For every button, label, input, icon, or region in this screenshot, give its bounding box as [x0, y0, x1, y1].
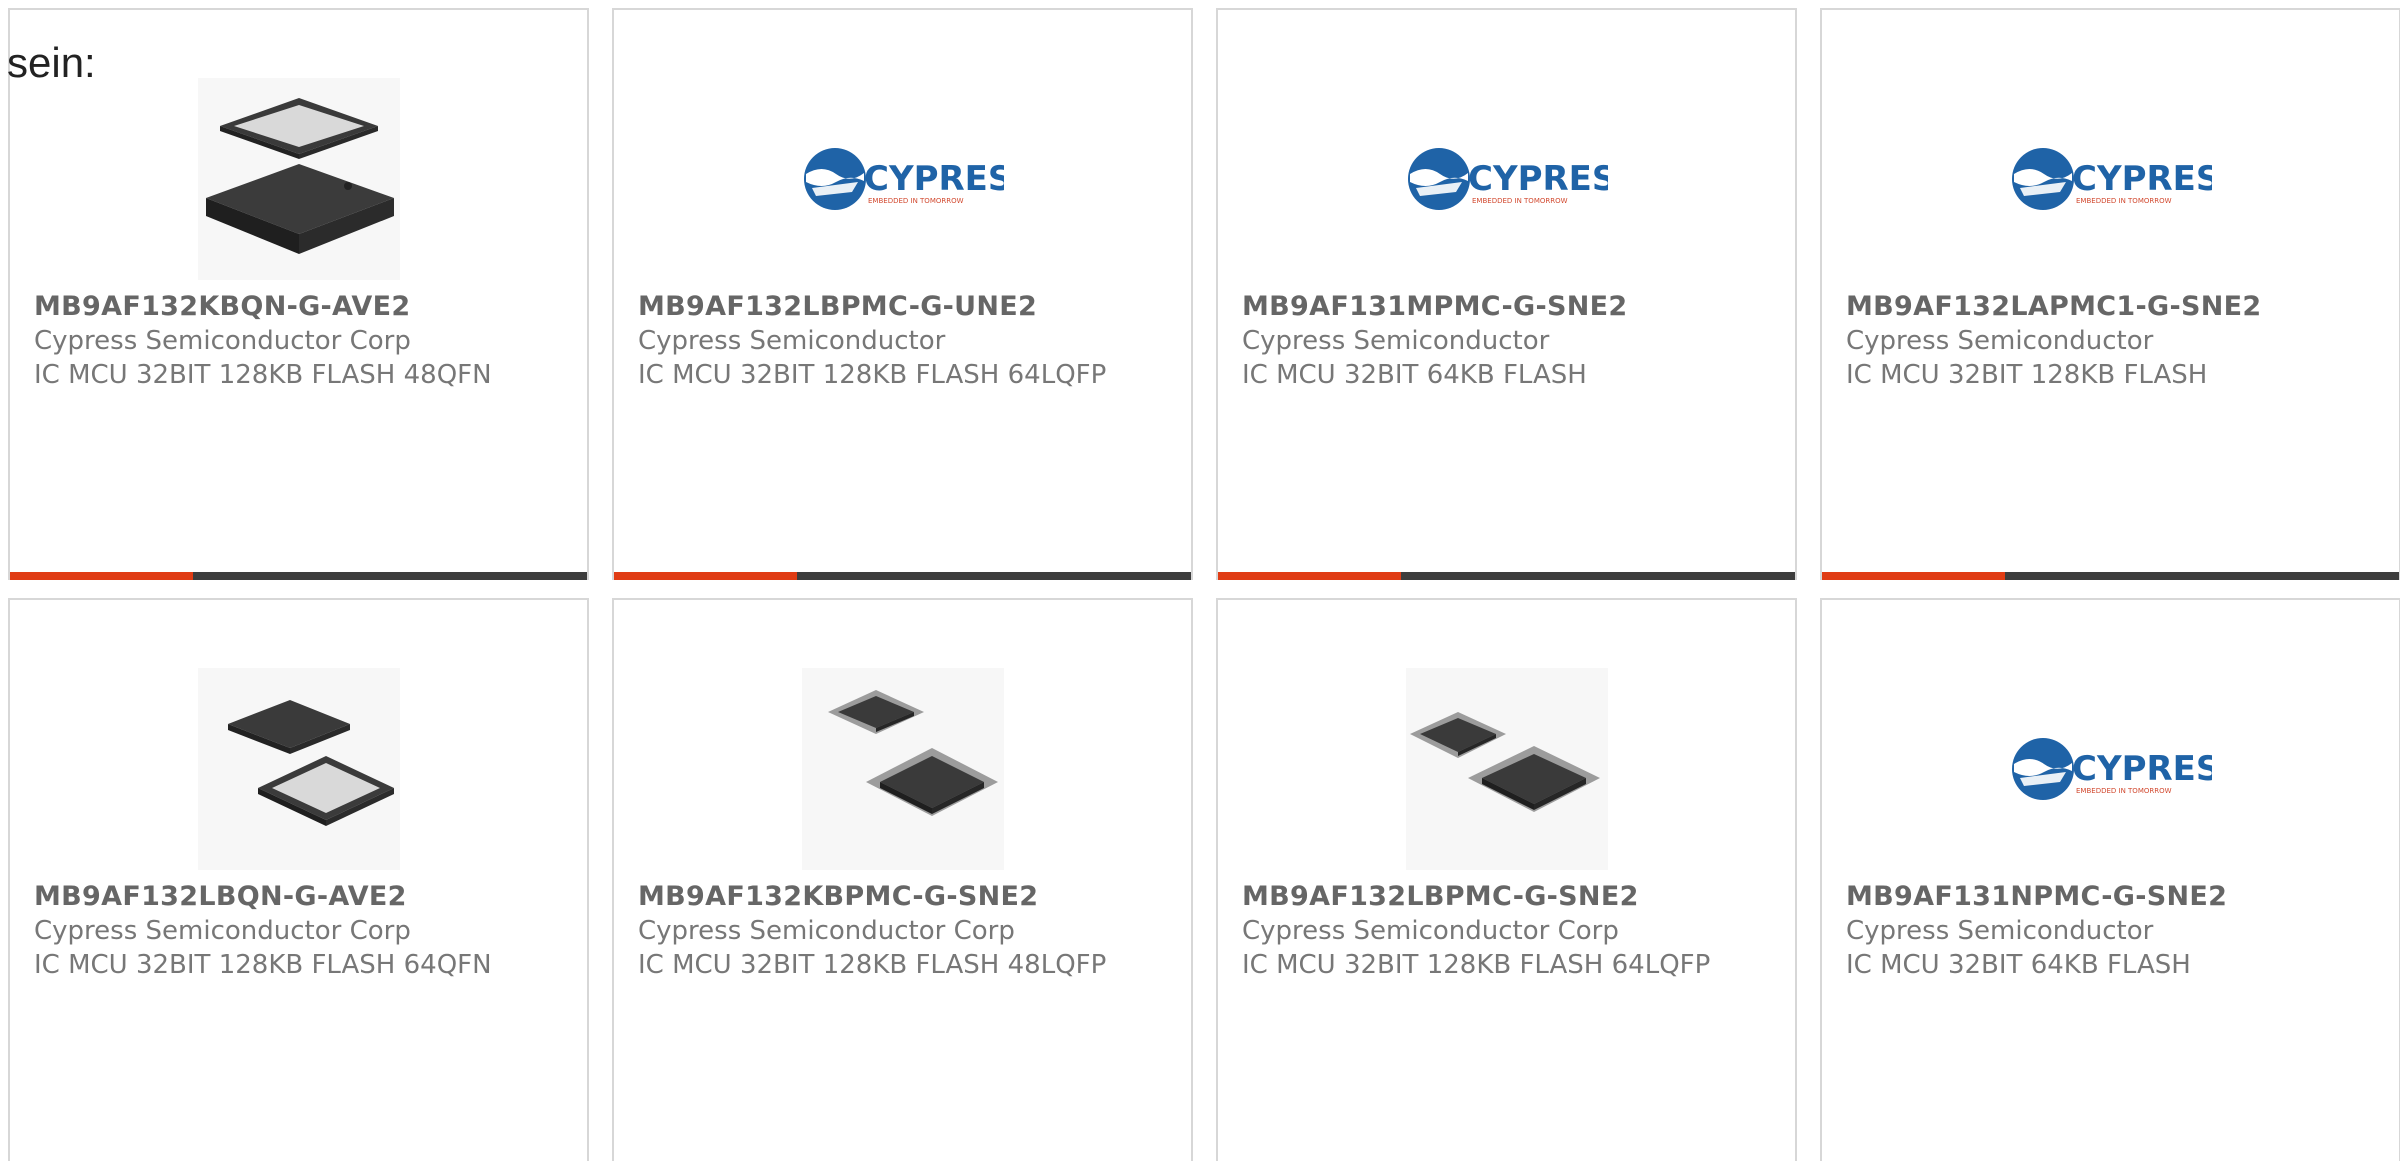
product-card[interactable]: MB9AF132LBQN-G-AVE2 Cypress Semiconducto…: [8, 598, 589, 1161]
product-description: IC MCU 32BIT 128KB FLASH 64LQFP: [1242, 950, 1711, 980]
product-description: IC MCU 32BIT 128KB FLASH: [1846, 360, 2208, 390]
cypress-logo[interactable]: CYPRESS EMBEDDED IN TOMORROW: [2010, 668, 2212, 870]
card-accent-bar: [10, 572, 193, 580]
qfn-package-image[interactable]: [198, 78, 400, 280]
product-card[interactable]: MB9AF132KBPMC-G-SNE2 Cypress Semiconduct…: [612, 598, 1193, 1161]
manufacturer-name: Cypress Semiconductor: [638, 326, 946, 356]
product-card[interactable]: CYPRESS EMBEDDED IN TOMORROW MB9AF132LBP…: [612, 8, 1193, 580]
lqfp-package-image[interactable]: [1406, 668, 1608, 870]
product-card[interactable]: CYPRESS EMBEDDED IN TOMORROW MB9AF131MPM…: [1216, 8, 1797, 580]
card-accent-bar: [614, 572, 797, 580]
cypress-logo-text: CYPRESS: [2072, 749, 2212, 789]
card-accent-bar: [1822, 572, 2005, 580]
card-accent-bar: [1218, 572, 1401, 580]
product-description: IC MCU 32BIT 128KB FLASH 48QFN: [34, 360, 492, 390]
product-description: IC MCU 32BIT 128KB FLASH 64QFN: [34, 950, 492, 980]
qfn-package-image[interactable]: [198, 668, 400, 870]
manufacturer-name: Cypress Semiconductor: [1846, 326, 2154, 356]
part-number-link[interactable]: MB9AF132KBQN-G-AVE2: [34, 290, 574, 324]
cypress-logo[interactable]: CYPRESS EMBEDDED IN TOMORROW: [802, 78, 1004, 280]
manufacturer-name: Cypress Semiconductor Corp: [34, 916, 411, 946]
card-bottom-bar: [1822, 572, 2399, 580]
card-bottom-bar: [10, 572, 587, 580]
cypress-logo-text: CYPRESS: [864, 159, 1004, 199]
product-card[interactable]: MB9AF132KBQN-G-AVE2 Cypress Semiconducto…: [8, 8, 589, 580]
manufacturer-name: Cypress Semiconductor: [1242, 326, 1550, 356]
cypress-logo-tagline: EMBEDDED IN TOMORROW: [2076, 197, 2172, 205]
part-number-link[interactable]: MB9AF132LBQN-G-AVE2: [34, 880, 574, 914]
part-number-link[interactable]: MB9AF132LAPMC1-G-SNE2: [1846, 290, 2386, 324]
cypress-logo-tagline: EMBEDDED IN TOMORROW: [2076, 787, 2172, 795]
manufacturer-name: Cypress Semiconductor Corp: [638, 916, 1015, 946]
cypress-logo[interactable]: CYPRESS EMBEDDED IN TOMORROW: [2010, 78, 2212, 280]
cypress-logo-text: CYPRESS: [1468, 159, 1608, 199]
product-description: IC MCU 32BIT 64KB FLASH: [1242, 360, 1587, 390]
manufacturer-name: Cypress Semiconductor Corp: [34, 326, 411, 356]
product-card[interactable]: MB9AF132LBPMC-G-SNE2 Cypress Semiconduct…: [1216, 598, 1797, 1161]
manufacturer-name: Cypress Semiconductor Corp: [1242, 916, 1619, 946]
card-bottom-bar: [614, 572, 1191, 580]
cypress-logo-tagline: EMBEDDED IN TOMORROW: [1472, 197, 1568, 205]
cypress-logo-tagline: EMBEDDED IN TOMORROW: [868, 197, 964, 205]
part-number-link[interactable]: MB9AF131NPMC-G-SNE2: [1846, 880, 2386, 914]
product-description: IC MCU 32BIT 128KB FLASH 48LQFP: [638, 950, 1107, 980]
product-card[interactable]: CYPRESS EMBEDDED IN TOMORROW MB9AF132LAP…: [1820, 8, 2400, 580]
cypress-logo-text: CYPRESS: [2072, 159, 2212, 199]
lqfp-package-image[interactable]: [802, 668, 1004, 870]
card-bottom-bar: [1218, 572, 1795, 580]
part-number-link[interactable]: MB9AF131MPMC-G-SNE2: [1242, 290, 1782, 324]
product-description: IC MCU 32BIT 64KB FLASH: [1846, 950, 2191, 980]
lead-text: sein:: [7, 39, 96, 86]
part-number-link[interactable]: MB9AF132LBPMC-G-SNE2: [1242, 880, 1782, 914]
cypress-logo[interactable]: CYPRESS EMBEDDED IN TOMORROW: [1406, 78, 1608, 280]
part-number-link[interactable]: MB9AF132KBPMC-G-SNE2: [638, 880, 1178, 914]
part-number-link[interactable]: MB9AF132LBPMC-G-UNE2: [638, 290, 1178, 324]
product-card[interactable]: CYPRESS EMBEDDED IN TOMORROW MB9AF131NPM…: [1820, 598, 2400, 1161]
product-description: IC MCU 32BIT 128KB FLASH 64LQFP: [638, 360, 1107, 390]
manufacturer-name: Cypress Semiconductor: [1846, 916, 2154, 946]
